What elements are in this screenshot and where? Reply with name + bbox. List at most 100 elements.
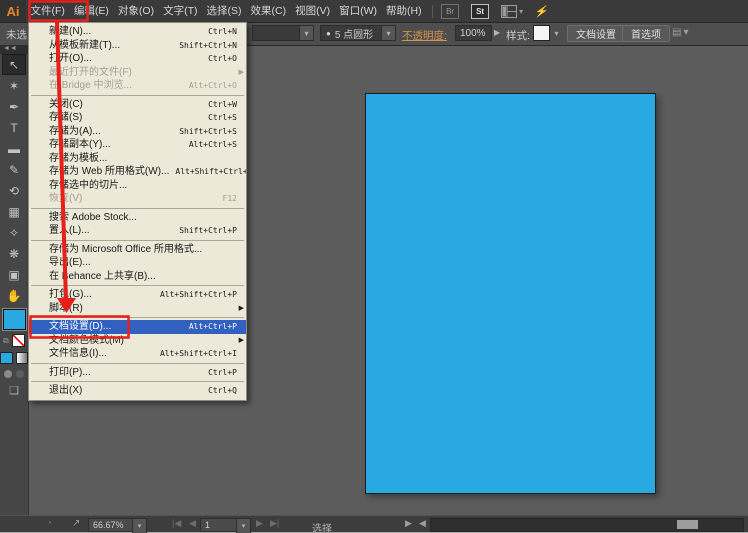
file-menu-item[interactable]: 导出(E)... bbox=[29, 256, 246, 270]
file-menu-item[interactable]: 文档设置(D)... Alt+Ctrl+P bbox=[29, 320, 246, 334]
variable-width-select[interactable]: ▾ bbox=[252, 25, 314, 41]
zoom-value: 66.67% bbox=[93, 520, 124, 530]
tool-glyph: T bbox=[10, 120, 18, 135]
mesh-tool[interactable]: ▦ bbox=[2, 201, 26, 222]
status-label[interactable]: 选择 bbox=[312, 520, 332, 533]
bridge-icon[interactable]: Br bbox=[441, 3, 460, 19]
next-artboard-icon[interactable]: ▶ bbox=[256, 518, 263, 529]
draw-behind-icon[interactable] bbox=[16, 370, 24, 378]
toolbar-collapse-button[interactable]: ◄◄ bbox=[0, 45, 28, 54]
artboard[interactable] bbox=[365, 93, 656, 494]
eyedropper-tool[interactable]: ✧ bbox=[2, 222, 26, 243]
pen-tool[interactable]: ✒ bbox=[2, 96, 26, 117]
symbol-sprayer-tool[interactable]: ❋ bbox=[2, 243, 26, 264]
first-artboard-icon[interactable]: |◀ bbox=[172, 518, 181, 529]
style-swatch-select[interactable]: ▾ bbox=[533, 25, 563, 41]
menubar-item[interactable]: 效果(C) bbox=[246, 0, 291, 22]
menubar-item[interactable]: 帮助(H) bbox=[382, 0, 427, 22]
menubar-item[interactable]: 窗口(W) bbox=[335, 0, 382, 22]
file-menu-item[interactable]: 存储选中的切片... bbox=[29, 179, 246, 193]
export-icon[interactable]: ↗ bbox=[72, 518, 80, 529]
file-menu-item[interactable]: 关闭(C) Ctrl+W bbox=[29, 98, 246, 112]
chevron-down-icon: ▾ bbox=[299, 26, 313, 40]
file-menu-item[interactable]: 存储为(A)... Shift+Ctrl+S bbox=[29, 125, 246, 139]
hand-tool[interactable]: ✋ bbox=[2, 285, 26, 306]
menubar-items: 文件(F) 编辑(E) 对象(O) 文字(T) 选择(S) 效果(C) 视图(V) 窗口(W)… bbox=[26, 0, 426, 22]
menubar-item[interactable]: 文件(F) bbox=[26, 0, 69, 22]
scrollbar-thumb[interactable] bbox=[677, 520, 698, 529]
opacity-input[interactable]: 100% bbox=[455, 25, 492, 41]
file-menu-item[interactable]: 从模板新建(T)... Shift+Ctrl+N bbox=[29, 39, 246, 53]
tool-glyph: ▬ bbox=[8, 141, 20, 156]
file-menu-item[interactable]: 打开(O)... Ctrl+O bbox=[29, 52, 246, 66]
artboard-tool[interactable]: ▣ bbox=[2, 264, 26, 285]
file-menu-item[interactable]: 存储为 Web 所用格式(W)... Alt+Shift+Ctrl+S bbox=[29, 165, 246, 179]
brush-dot-icon: ● bbox=[326, 28, 331, 38]
file-menu-item[interactable]: 最近打开的文件(F) ▶ bbox=[29, 66, 246, 80]
fill-color-swatch[interactable] bbox=[2, 309, 26, 330]
last-artboard-icon[interactable]: ▶| bbox=[270, 518, 279, 529]
pencil-tool[interactable]: ✎ bbox=[2, 159, 26, 180]
file-menu-item[interactable]: 文件信息(I)... Alt+Shift+Ctrl+I bbox=[29, 347, 246, 361]
status-misc-icon[interactable]: ◔ bbox=[46, 518, 52, 529]
file-menu-item[interactable]: 存储为 Microsoft Office 所用格式... bbox=[29, 243, 246, 257]
file-menu-item[interactable]: 退出(X) Ctrl+Q bbox=[29, 384, 246, 398]
status-menu-arrow-icon[interactable]: ▶ bbox=[405, 518, 412, 529]
hscroll-left-arrow-icon[interactable]: ◀ bbox=[419, 518, 426, 529]
artboard-number-select[interactable]: 1 bbox=[200, 518, 238, 532]
panel-menu-icon[interactable]: ▤▾ bbox=[672, 27, 690, 38]
swap-fill-stroke-icon[interactable]: ⧉ bbox=[3, 336, 9, 346]
file-menu-item[interactable]: 打印(P)... Ctrl+P bbox=[29, 366, 246, 380]
file-menu-item[interactable]: 搜索 Adobe Stock... bbox=[29, 211, 246, 225]
screen-mode-icon[interactable]: ❏ bbox=[0, 378, 28, 397]
magic-wand-tool[interactable]: ✶ bbox=[2, 75, 26, 96]
tool-glyph: ✎ bbox=[8, 162, 20, 177]
app-logo: Ai bbox=[0, 0, 26, 22]
rotate-tool[interactable]: ⟲ bbox=[2, 180, 26, 201]
preferences-button[interactable]: 首选项 bbox=[622, 25, 670, 42]
menubar-item[interactable]: 编辑(E) bbox=[69, 0, 113, 22]
draw-normal-icon[interactable] bbox=[4, 370, 12, 378]
fill-stroke-controls: ⧉ bbox=[0, 330, 28, 347]
file-menu-item[interactable]: 置入(L)... Shift+Ctrl+P bbox=[29, 224, 246, 238]
stroke-color-swatch[interactable] bbox=[12, 334, 25, 347]
menu-separator bbox=[31, 285, 244, 286]
file-menu-item[interactable]: 存储副本(Y)... Alt+Ctrl+S bbox=[29, 138, 246, 152]
workspace-switcher-icon[interactable]: ▾ bbox=[501, 4, 523, 18]
menu-separator bbox=[31, 207, 244, 209]
menu-separator bbox=[31, 381, 244, 382]
opacity-stepper-icon[interactable]: ▶ bbox=[494, 28, 500, 37]
color-mode-button[interactable] bbox=[0, 352, 13, 364]
zoom-level-select[interactable]: 66.67% bbox=[88, 518, 134, 532]
zoom-dropdown-icon[interactable]: ▾ bbox=[132, 518, 147, 533]
selection-tool[interactable]: ↖ bbox=[2, 54, 26, 75]
menubar-item[interactable]: 视图(V) bbox=[291, 0, 335, 22]
file-menu-item[interactable]: 恢复(V) F12 bbox=[29, 192, 246, 206]
menubar-item[interactable]: 对象(O) bbox=[113, 0, 158, 22]
file-menu-item[interactable]: 打包(G)... Alt+Shift+Ctrl+P bbox=[29, 288, 246, 302]
rectangle-tool[interactable]: ▬ bbox=[2, 138, 26, 159]
stock-icon[interactable]: St bbox=[471, 3, 490, 19]
file-menu-item[interactable]: 新建(N)... Ctrl+N bbox=[29, 25, 246, 39]
prev-artboard-icon[interactable]: ◀ bbox=[189, 518, 196, 529]
file-menu-item[interactable]: 文档颜色模式(M) ▶ bbox=[29, 334, 246, 348]
menubar-divider bbox=[432, 4, 434, 18]
gpu-performance-icon[interactable]: ⚡ bbox=[534, 5, 550, 18]
menubar-item[interactable]: 选择(S) bbox=[202, 0, 246, 22]
horizontal-scrollbar[interactable] bbox=[430, 518, 744, 532]
file-menu-item[interactable]: 存储为模板... bbox=[29, 152, 246, 166]
gradient-mode-button[interactable] bbox=[15, 352, 28, 364]
file-menu-item[interactable]: 在 Bridge 中浏览... Alt+Ctrl+O bbox=[29, 79, 246, 93]
menubar-item[interactable]: 文字(T) bbox=[159, 0, 202, 22]
type-tool[interactable]: T bbox=[2, 117, 26, 138]
opacity-label[interactable]: 不透明度: bbox=[402, 28, 447, 43]
opacity-value: 100% bbox=[460, 27, 486, 39]
menubar-right-icons: Br St ▾ ⚡ bbox=[441, 3, 550, 19]
file-menu-item[interactable]: 脚本(R) ▶ bbox=[29, 302, 246, 316]
tool-glyph: ▣ bbox=[8, 267, 20, 282]
file-menu-item[interactable]: 存储(S) Ctrl+S bbox=[29, 111, 246, 125]
document-setup-button[interactable]: 文档设置 bbox=[567, 25, 625, 42]
artboard-dropdown-icon[interactable]: ▾ bbox=[236, 518, 251, 533]
brush-select[interactable]: ● 5 点圆形 ▾ bbox=[320, 25, 396, 41]
file-menu-item[interactable]: 在 Behance 上共享(B)... bbox=[29, 270, 246, 284]
